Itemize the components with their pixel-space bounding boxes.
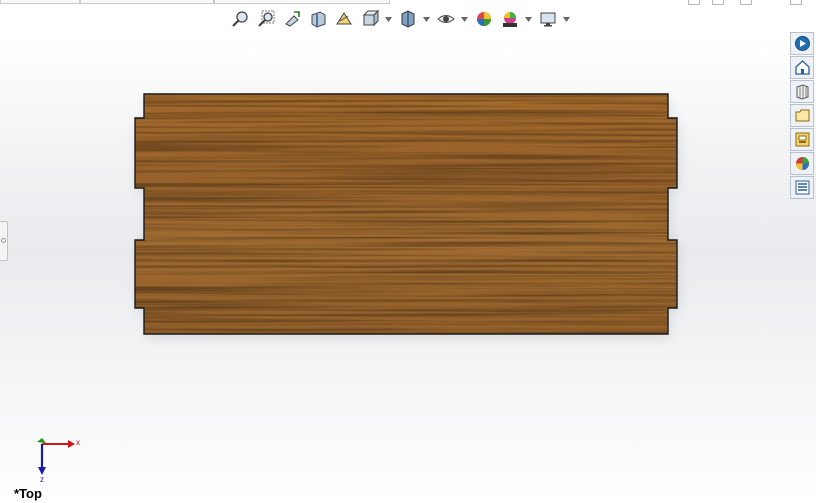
hide-show-items-icon[interactable] — [434, 8, 458, 30]
display-style-dropdown-icon[interactable] — [422, 8, 430, 30]
x-axis-arrow — [68, 440, 75, 448]
z-axis-label: z — [40, 475, 44, 484]
dynamic-annotation-views-icon[interactable] — [332, 8, 356, 30]
wood-grain-texture — [135, 94, 677, 334]
file-explorer-icon[interactable] — [790, 80, 814, 103]
properties-list-icon[interactable] — [790, 176, 814, 199]
appearances-scenes-icon[interactable] — [790, 128, 814, 151]
feature-manager-collapse-handle[interactable] — [0, 221, 8, 261]
zoom-to-fit-icon[interactable] — [228, 8, 252, 30]
apply-scene-dropdown-icon[interactable] — [524, 8, 532, 30]
view-orientation-icon[interactable] — [358, 8, 382, 30]
view-palette-icon[interactable] — [790, 104, 814, 127]
apply-scene-icon[interactable] — [498, 8, 522, 30]
y-axis-indicator — [37, 438, 46, 443]
display-style-icon[interactable] — [396, 8, 420, 30]
heads-up-view-toolbar — [228, 7, 574, 31]
custom-properties-icon[interactable] — [790, 152, 814, 175]
zoom-to-area-icon[interactable] — [254, 8, 278, 30]
edit-appearance-icon[interactable] — [472, 8, 496, 30]
view-orientation-label: *Top — [14, 486, 42, 501]
wood-panel[interactable] — [134, 93, 678, 335]
section-view-icon[interactable] — [306, 8, 330, 30]
view-settings-icon[interactable] — [536, 8, 560, 30]
solidworks-resources-icon[interactable] — [790, 32, 814, 55]
z-axis-arrow — [38, 467, 46, 475]
design-library-icon[interactable] — [790, 56, 814, 79]
hide-show-dropdown-icon[interactable] — [460, 8, 468, 30]
view-orientation-dropdown-icon[interactable] — [384, 8, 392, 30]
x-axis-label: x — [76, 438, 80, 447]
previous-view-icon[interactable] — [280, 8, 304, 30]
task-pane-tabs — [790, 32, 814, 200]
graphics-area[interactable] — [0, 0, 816, 503]
view-settings-dropdown-icon[interactable] — [562, 8, 570, 30]
reference-triad: x z — [37, 438, 80, 484]
